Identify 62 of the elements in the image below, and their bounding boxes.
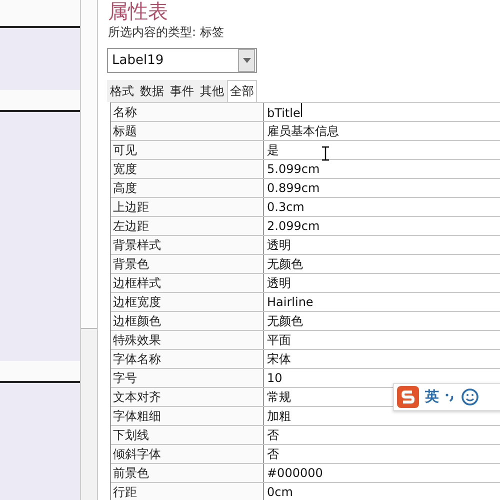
property-value[interactable]: 2.099cm <box>267 217 320 235</box>
property-value[interactable]: 无颜色 <box>267 255 303 273</box>
property-value[interactable]: 0.899cm <box>267 179 320 197</box>
property-value[interactable]: 是 <box>267 141 279 159</box>
property-value[interactable]: 10 <box>267 369 282 387</box>
property-value[interactable]: 5.099cm <box>267 160 320 178</box>
property-value[interactable]: 宋体 <box>267 350 291 368</box>
property-value[interactable]: 常规 <box>267 388 291 406</box>
property-value[interactable]: bTitle <box>267 102 302 122</box>
panel-title: 属性表 <box>107 0 168 22</box>
property-name: 文本对齐 <box>111 388 264 406</box>
property-value[interactable]: Hairline <box>267 293 314 311</box>
property-name: 字体名称 <box>111 350 264 368</box>
property-name: 背景色 <box>111 255 264 273</box>
property-name: 边框颜色 <box>111 312 264 330</box>
dropdown-button[interactable] <box>238 49 255 72</box>
tab[interactable]: 全部 <box>227 80 257 102</box>
selection-type-label: 所选内容的类型: 标签 <box>107 24 224 41</box>
property-value[interactable]: #000000 <box>267 464 323 482</box>
property-value[interactable]: 雇员基本信息 <box>267 122 339 140</box>
property-name: 高度 <box>111 179 264 197</box>
property-name: 名称 <box>111 103 264 121</box>
property-value[interactable]: 无颜色 <box>267 312 303 330</box>
tab[interactable]: 事件 <box>167 80 197 102</box>
property-value[interactable]: 透明 <box>267 236 291 254</box>
property-value[interactable]: 0cm <box>267 483 293 500</box>
ime-logo-icon[interactable] <box>397 386 419 408</box>
tab[interactable]: 其他 <box>197 80 227 102</box>
text-cursor-icon <box>321 146 330 161</box>
property-name: 宽度 <box>111 160 264 178</box>
smiley-icon[interactable] <box>461 388 479 406</box>
chevron-down-icon <box>242 58 250 63</box>
property-name: 行距 <box>111 483 264 500</box>
ime-language-toggle[interactable]: 英 <box>425 388 439 406</box>
property-value[interactable]: 平面 <box>267 331 291 349</box>
scrollbar[interactable] <box>80 0 98 500</box>
property-name: 左边距 <box>111 217 264 235</box>
punctuation-icon[interactable] <box>445 392 455 402</box>
property-name: 可见 <box>111 141 264 159</box>
property-name: 背景样式 <box>111 236 264 254</box>
list-row[interactable] <box>0 0 80 28</box>
object-select[interactable]: Label19 <box>107 48 257 73</box>
property-name: 字体粗细 <box>111 407 264 425</box>
property-name: 上边距 <box>111 198 264 216</box>
list-row[interactable] <box>0 360 80 384</box>
tab[interactable]: 数据 <box>137 80 167 102</box>
property-name: 边框宽度 <box>111 293 264 311</box>
property-name: 字号 <box>111 369 264 387</box>
property-name: 倾斜字体 <box>111 445 264 463</box>
property-name: 标题 <box>111 122 264 140</box>
property-value[interactable]: 加粗 <box>267 407 291 425</box>
property-value[interactable]: 0.3cm <box>267 198 304 216</box>
property-name: 特殊效果 <box>111 331 264 349</box>
property-value[interactable]: 否 <box>267 445 279 463</box>
property-value[interactable]: 否 <box>267 426 279 444</box>
property-name: 边框样式 <box>111 274 264 292</box>
list-row[interactable] <box>0 90 80 112</box>
property-name: 下划线 <box>111 426 264 444</box>
tab[interactable]: 格式 <box>107 80 137 102</box>
property-name: 前景色 <box>111 464 264 482</box>
scrollbar-thumb[interactable] <box>81 0 97 329</box>
property-value[interactable]: 透明 <box>267 274 291 292</box>
